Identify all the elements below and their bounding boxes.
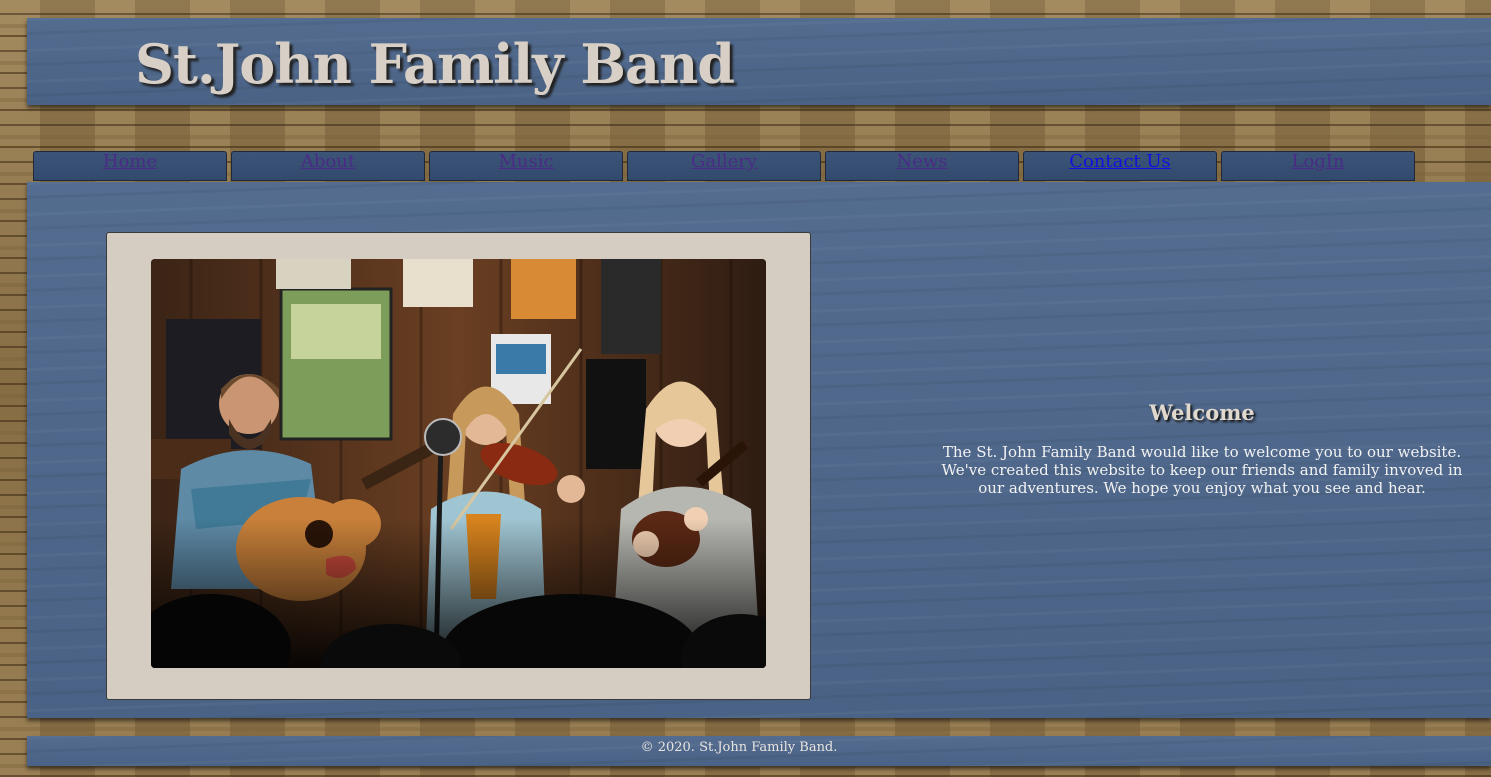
nav-link-gallery[interactable]: Gallery <box>691 151 757 172</box>
main-content: Welcome The St. John Family Band would l… <box>27 182 1491 718</box>
site-header: St.John Family Band <box>27 18 1491 105</box>
band-photo <box>151 259 766 668</box>
welcome-section: Welcome The St. John Family Band would l… <box>937 400 1467 497</box>
photo-frame <box>106 232 811 700</box>
nav-tab-about[interactable]: About <box>231 151 425 181</box>
welcome-heading: Welcome <box>1149 400 1255 425</box>
nav-tab-news[interactable]: News <box>825 151 1019 181</box>
site-title: St.John Family Band <box>135 32 735 96</box>
nav-tab-music[interactable]: Music <box>429 151 623 181</box>
welcome-text: The St. John Family Band would like to w… <box>941 443 1463 497</box>
nav-link-music[interactable]: Music <box>498 151 553 172</box>
nav-link-contact-us[interactable]: Contact Us <box>1069 151 1171 172</box>
nav-tab-login[interactable]: LogIn <box>1221 151 1415 181</box>
band-photo-illustration <box>151 259 766 668</box>
nav-link-home[interactable]: Home <box>103 151 157 172</box>
nav-tab-contact-us[interactable]: Contact Us <box>1023 151 1217 181</box>
main-nav: Home About Music Gallery News Contact Us… <box>33 151 1423 182</box>
nav-tab-home[interactable]: Home <box>33 151 227 181</box>
nav-tab-gallery[interactable]: Gallery <box>627 151 821 181</box>
nav-link-news[interactable]: News <box>896 151 947 172</box>
nav-link-login[interactable]: LogIn <box>1291 151 1344 172</box>
site-footer: © 2020. St.John Family Band. <box>27 736 1491 766</box>
copyright-text: © 2020. St.John Family Band. <box>640 740 838 755</box>
nav-link-about[interactable]: About <box>301 151 355 172</box>
